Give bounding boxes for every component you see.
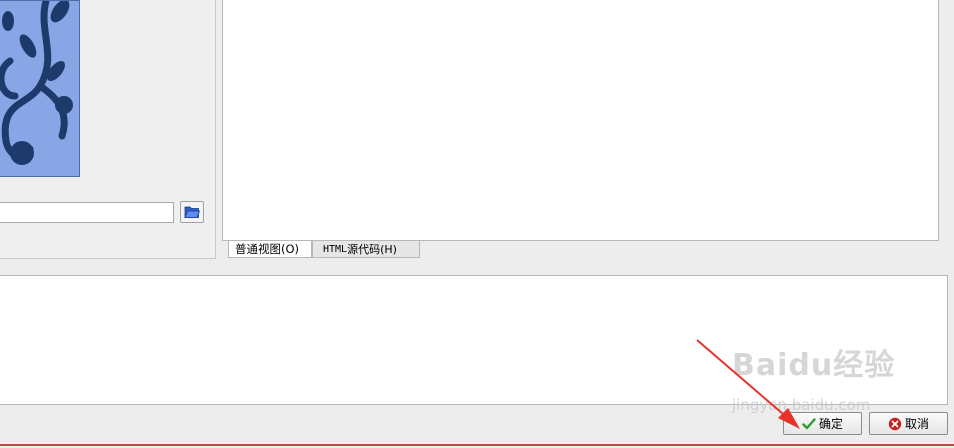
bottom-divider (0, 444, 954, 446)
tab-normal-view-label: 普通视图(O) (235, 242, 300, 256)
cancel-button[interactable]: 取消 (869, 412, 948, 435)
browse-button[interactable] (180, 201, 204, 223)
tab-html-source[interactable]: HTML 源代码(H) (312, 241, 420, 258)
cancel-icon (888, 417, 902, 430)
image-properties-panel (0, 0, 216, 259)
ornament-pattern (0, 1, 73, 165)
content-editor[interactable] (222, 0, 939, 241)
tab-normal-view[interactable]: 普通视图(O) (228, 241, 312, 258)
tab-html-source-label: 源代码(H) (347, 243, 397, 256)
ok-button-label: 确定 (818, 417, 843, 431)
checkmark-icon (802, 417, 816, 429)
ok-button[interactable]: 确定 (783, 412, 862, 435)
tab-html-source-label-html: HTML (323, 243, 348, 255)
image-preview (0, 0, 80, 177)
folder-open-icon (184, 206, 200, 218)
cancel-button-label: 取消 (904, 417, 929, 431)
description-textarea[interactable] (0, 275, 948, 405)
image-path-input[interactable] (0, 202, 174, 223)
